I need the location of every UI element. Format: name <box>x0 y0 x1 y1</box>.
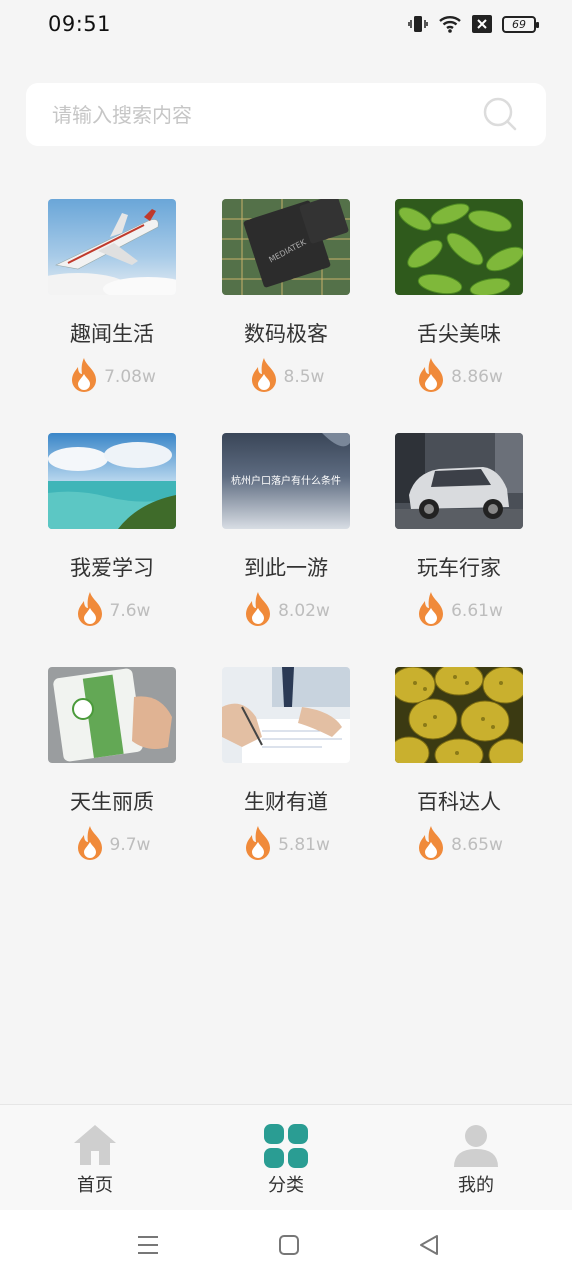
status-time: 09:51 <box>48 12 112 36</box>
home-icon <box>72 1123 118 1171</box>
popularity-count: 6.61w <box>451 601 503 621</box>
category-image-car <box>395 433 523 529</box>
popularity: 6.61w <box>372 591 546 631</box>
popularity-count: 5.81w <box>278 835 330 855</box>
search-icon[interactable] <box>482 96 518 136</box>
flame-icon <box>74 825 106 865</box>
tab-label: 首页 <box>77 1175 113 1196</box>
category-item[interactable]: 玩车行家 6.61w <box>372 433 546 629</box>
popularity-count: 8.5w <box>283 367 325 387</box>
category-title: 生财有道 <box>244 790 328 814</box>
flame-icon <box>242 825 274 865</box>
no-sim-icon <box>472 15 492 33</box>
popularity: 8.86w <box>372 357 546 397</box>
category-title: 百科达人 <box>417 790 501 814</box>
category-image-durian <box>395 667 523 763</box>
category-title: 玩车行家 <box>417 556 501 580</box>
tab-category[interactable]: 分类 <box>191 1105 381 1211</box>
battery-level: 69 <box>512 17 526 31</box>
tab-profile[interactable]: 我的 <box>381 1105 571 1211</box>
category-title: 舌尖美味 <box>417 322 501 346</box>
tab-label: 分类 <box>268 1175 304 1196</box>
home-square-icon[interactable] <box>278 1234 300 1260</box>
category-image-airplane <box>48 199 176 295</box>
category-title: 天生丽质 <box>70 790 154 814</box>
flame-icon <box>415 825 447 865</box>
category-title: 我爱学习 <box>70 556 154 580</box>
search-input[interactable] <box>26 83 466 146</box>
flame-icon <box>242 591 274 631</box>
flame-icon <box>74 591 106 631</box>
tab-label: 我的 <box>458 1175 494 1196</box>
grid-icon <box>263 1123 309 1173</box>
category-image-edamame <box>395 199 523 295</box>
category-title: 趣闻生活 <box>70 322 154 346</box>
category-item[interactable]: 百科达人 8.65w <box>372 667 546 863</box>
battery-icon: 69 <box>502 15 539 33</box>
popularity-count: 8.02w <box>278 601 330 621</box>
wifi-icon <box>438 14 462 34</box>
bottom-tab-bar: 首页 分类 我的 <box>0 1104 572 1210</box>
category-item[interactable]: 我爱学习 7.6w <box>25 433 199 629</box>
category-item[interactable]: 舌尖美味 8.86w <box>372 199 546 395</box>
popularity-count: 8.86w <box>451 367 503 387</box>
popularity-count: 7.08w <box>104 367 156 387</box>
popularity-count: 7.6w <box>109 601 151 621</box>
tab-home[interactable]: 首页 <box>0 1105 190 1211</box>
category-title: 到此一游 <box>244 556 328 580</box>
category-item[interactable]: 生财有道 5.81w <box>199 667 373 863</box>
back-icon[interactable] <box>418 1234 440 1260</box>
popularity: 7.6w <box>25 591 199 631</box>
system-nav-bar <box>0 1210 572 1280</box>
category-image-beach <box>48 433 176 529</box>
search-bar[interactable] <box>26 83 546 146</box>
category-image-slide: 杭州户口落户有什么条件 <box>222 433 350 529</box>
popularity: 9.7w <box>25 825 199 865</box>
popularity: 8.65w <box>372 825 546 865</box>
category-item[interactable]: 天生丽质 9.7w <box>25 667 199 863</box>
menu-icon[interactable] <box>137 1234 159 1260</box>
category-image-product <box>48 667 176 763</box>
image-caption: 杭州户口落户有什么条件 <box>231 476 341 487</box>
category-image-chip: MEDIATEK <box>222 199 350 295</box>
status-icons: 69 <box>408 14 539 34</box>
user-icon <box>453 1123 499 1173</box>
category-item[interactable]: MEDIATEK 数码极客 8.5w <box>199 199 373 395</box>
popularity: 7.08w <box>25 357 199 397</box>
popularity: 8.02w <box>199 591 373 631</box>
vibrate-icon <box>408 14 428 34</box>
flame-icon <box>68 357 100 397</box>
popularity: 5.81w <box>199 825 373 865</box>
category-item[interactable]: 杭州户口落户有什么条件 到此一游 8.02w <box>199 433 373 629</box>
popularity: 8.5w <box>199 357 373 397</box>
category-image-writing <box>222 667 350 763</box>
category-title: 数码极客 <box>244 322 328 346</box>
flame-icon <box>415 591 447 631</box>
popularity-count: 9.7w <box>109 835 151 855</box>
flame-icon <box>248 357 280 397</box>
category-item[interactable]: 趣闻生活 7.08w <box>25 199 199 395</box>
status-bar: 09:51 69 <box>0 0 572 52</box>
popularity-count: 8.65w <box>451 835 503 855</box>
flame-icon <box>415 357 447 397</box>
